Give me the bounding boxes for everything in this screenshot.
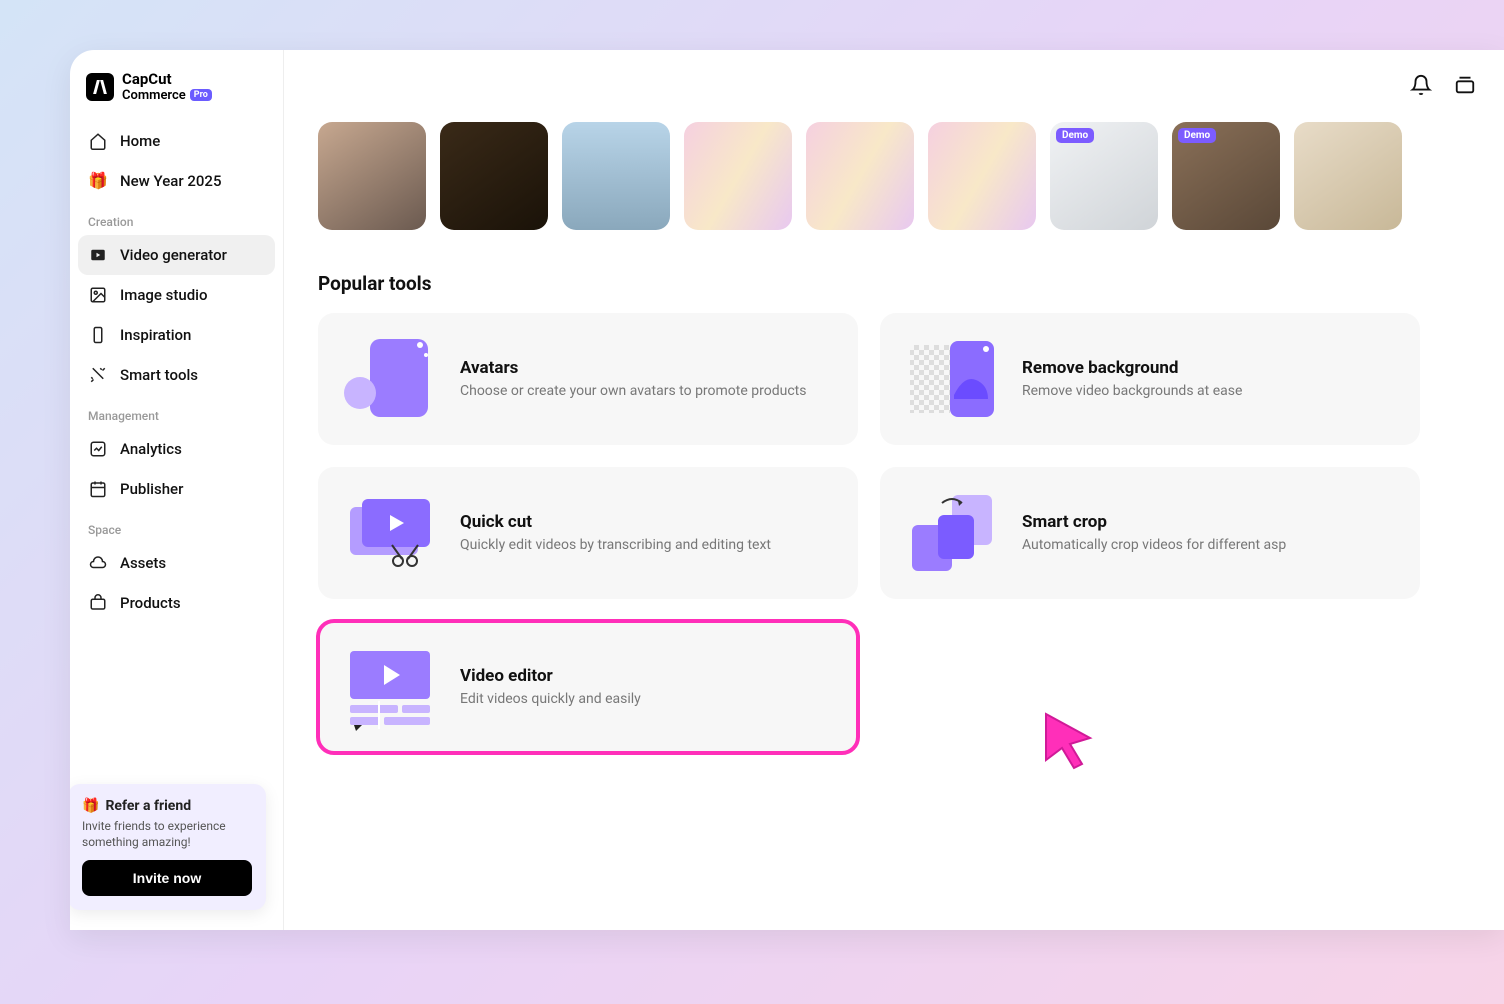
smart-crop-icon	[904, 489, 1000, 577]
nav-home[interactable]: Home	[78, 121, 275, 161]
video-generator-icon	[88, 245, 108, 265]
nav-new-year[interactable]: 🎁 New Year 2025	[78, 161, 275, 201]
thumbnail[interactable]	[318, 122, 426, 230]
video-editor-icon	[342, 643, 438, 731]
tool-desc: Remove video backgrounds at ease	[1022, 382, 1242, 401]
pro-badge: Pro	[190, 89, 212, 101]
nav-label: Home	[120, 132, 160, 150]
tool-avatars[interactable]: Avatars Choose or create your own avatar…	[318, 313, 858, 445]
tool-title: Avatars	[460, 358, 806, 378]
nav-analytics[interactable]: Analytics	[78, 429, 275, 469]
nav-assets[interactable]: Assets	[78, 543, 275, 583]
refer-friend-card: 🎁 Refer a friend Invite friends to exper…	[70, 784, 266, 910]
nav-video-generator[interactable]: Video generator	[78, 235, 275, 275]
publisher-icon	[88, 479, 108, 499]
app-window: CapCut Commerce Pro Home 🎁 New Year 2025…	[70, 50, 1504, 930]
thumbnail[interactable]: Demo	[1172, 122, 1280, 230]
nav-label: Image studio	[120, 286, 208, 304]
demo-badge: Demo	[1178, 128, 1216, 143]
demo-badge: Demo	[1056, 128, 1094, 143]
section-management: Management	[78, 395, 275, 429]
tool-desc: Quickly edit videos by transcribing and …	[460, 536, 771, 555]
thumbnail[interactable]	[440, 122, 548, 230]
brand-logo[interactable]: CapCut Commerce Pro	[78, 68, 275, 121]
notifications-icon[interactable]	[1410, 74, 1432, 96]
popular-tools-title: Popular tools	[318, 272, 1504, 295]
nav-label: Assets	[120, 554, 166, 572]
thumbnail[interactable]	[806, 122, 914, 230]
nav-products[interactable]: Products	[78, 583, 275, 623]
avatars-icon	[342, 335, 438, 423]
assets-icon	[88, 553, 108, 573]
tool-title: Remove background	[1022, 358, 1242, 378]
nav-label: Smart tools	[120, 366, 198, 384]
cards-icon[interactable]	[1454, 74, 1476, 96]
template-thumbnails: Demo Demo	[318, 122, 1504, 230]
brand-subname: Commerce	[122, 88, 186, 103]
image-studio-icon	[88, 285, 108, 305]
remove-bg-icon	[904, 335, 1000, 423]
nav-label: Video generator	[120, 246, 227, 264]
smart-tools-icon	[88, 365, 108, 385]
tool-remove-background[interactable]: Remove background Remove video backgroun…	[880, 313, 1420, 445]
nav-smart-tools[interactable]: Smart tools	[78, 355, 275, 395]
analytics-icon	[88, 439, 108, 459]
invite-now-button[interactable]: Invite now	[82, 860, 252, 896]
nav-label: Analytics	[120, 440, 182, 458]
nav-label: Products	[120, 594, 181, 612]
thumbnail[interactable]	[684, 122, 792, 230]
brand-name: CapCut	[122, 72, 212, 88]
refer-title: Refer a friend	[105, 798, 191, 814]
section-creation: Creation	[78, 201, 275, 235]
gift-icon: 🎁	[88, 171, 108, 191]
quick-cut-icon	[342, 489, 438, 577]
tool-desc: Choose or create your own avatars to pro…	[460, 382, 806, 401]
section-space: Space	[78, 509, 275, 543]
nav-label: Publisher	[120, 480, 183, 498]
products-icon	[88, 593, 108, 613]
nav-image-studio[interactable]: Image studio	[78, 275, 275, 315]
thumbnail[interactable]: Demo	[1050, 122, 1158, 230]
sidebar: CapCut Commerce Pro Home 🎁 New Year 2025…	[70, 50, 284, 930]
tool-desc: Automatically crop videos for different …	[1022, 536, 1286, 555]
inspiration-icon	[88, 325, 108, 345]
thumbnail[interactable]	[562, 122, 670, 230]
tool-smart-crop[interactable]: Smart crop Automatically crop videos for…	[880, 467, 1420, 599]
refer-desc: Invite friends to experience something a…	[82, 818, 252, 850]
tool-video-editor[interactable]: Video editor Edit videos quickly and eas…	[318, 621, 858, 753]
main-content: Demo Demo Popular tools Avata	[284, 50, 1504, 930]
nav-publisher[interactable]: Publisher	[78, 469, 275, 509]
home-icon	[88, 131, 108, 151]
tool-title: Smart crop	[1022, 512, 1286, 532]
tool-title: Video editor	[460, 666, 641, 686]
popular-tools-grid: Avatars Choose or create your own avatar…	[318, 313, 1504, 753]
gift-icon: 🎁	[82, 798, 99, 814]
nav-label: New Year 2025	[120, 172, 221, 190]
tool-title: Quick cut	[460, 512, 771, 532]
nav-label: Inspiration	[120, 326, 191, 344]
thumbnail[interactable]	[1294, 122, 1402, 230]
topbar	[1410, 74, 1476, 96]
nav-inspiration[interactable]: Inspiration	[78, 315, 275, 355]
tool-quick-cut[interactable]: Quick cut Quickly edit videos by transcr…	[318, 467, 858, 599]
thumbnail[interactable]	[928, 122, 1036, 230]
tool-desc: Edit videos quickly and easily	[460, 690, 641, 709]
capcut-logo-icon	[86, 73, 114, 101]
